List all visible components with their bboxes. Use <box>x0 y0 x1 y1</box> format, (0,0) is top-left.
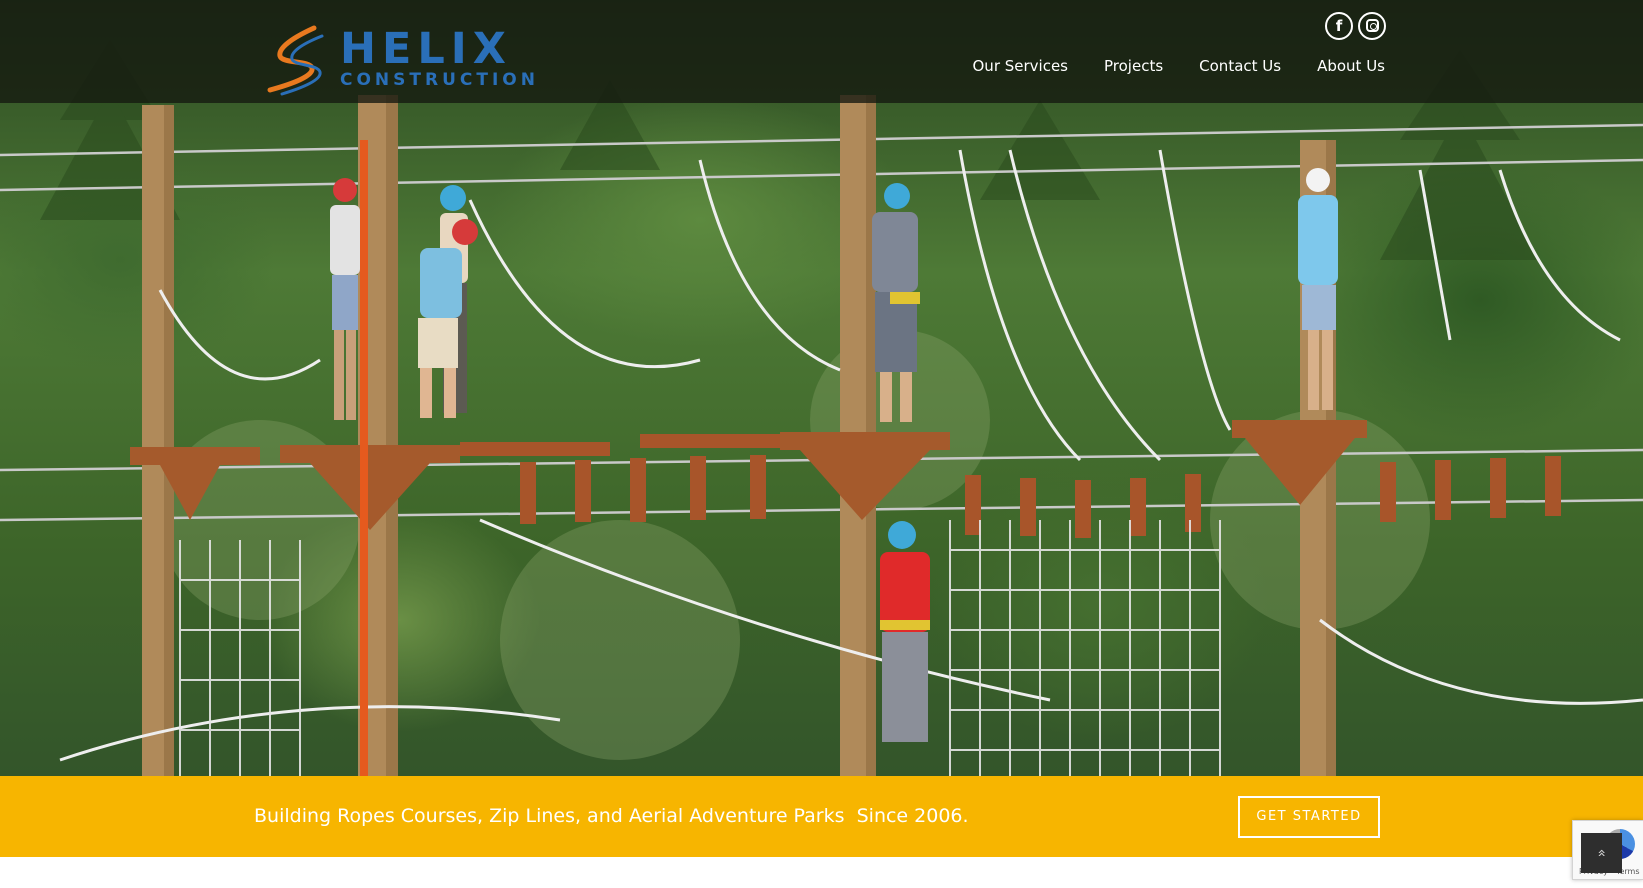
helix-logo[interactable]: HELIX CONSTRUCTION <box>262 24 535 96</box>
chevron-up-icon: « <box>1593 848 1610 858</box>
helix-mark-icon <box>267 25 324 96</box>
instagram-glyph <box>1365 19 1379 32</box>
main-nav: Our Services Projects Contact Us About U… <box>973 55 1386 77</box>
facebook-icon[interactable]: f <box>1325 12 1353 40</box>
cta-tagline: Building Ropes Courses, Zip Lines, and A… <box>254 805 969 827</box>
nav-about-us[interactable]: About Us <box>1317 55 1385 77</box>
nav-our-services[interactable]: Our Services <box>973 55 1069 77</box>
nav-contact-us[interactable]: Contact Us <box>1199 55 1281 77</box>
ropes-course-illustration <box>0 40 1643 776</box>
scroll-top-button[interactable]: « <box>1581 833 1622 873</box>
cta-band: Building Ropes Courses, Zip Lines, and A… <box>0 776 1643 857</box>
site-header: HELIX CONSTRUCTION f Our Services Projec… <box>0 0 1643 103</box>
facebook-glyph: f <box>1335 17 1343 35</box>
page: HELIX CONSTRUCTION f Our Services Projec… <box>0 0 1643 888</box>
get-started-button[interactable]: GET STARTED <box>1238 796 1380 838</box>
nav-projects[interactable]: Projects <box>1104 55 1163 77</box>
hero-image <box>0 0 1643 776</box>
logo-wordmark: HELIX <box>340 24 512 74</box>
instagram-icon[interactable] <box>1358 12 1386 40</box>
logo-tagline: CONSTRUCTION <box>340 70 539 90</box>
